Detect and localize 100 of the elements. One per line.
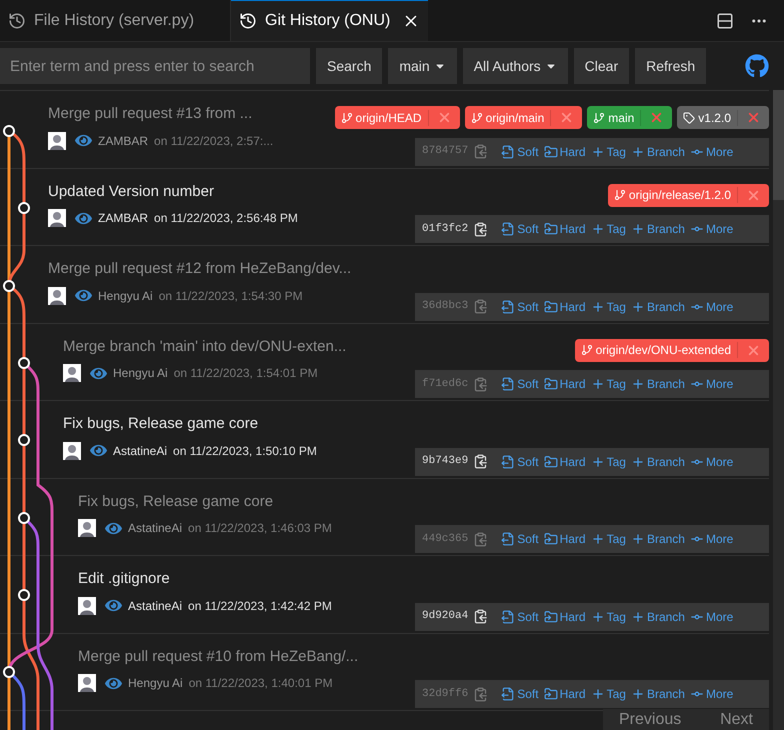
action-link[interactable]: Tag bbox=[590, 375, 626, 393]
ref-badge[interactable]: origin/main bbox=[464, 106, 582, 129]
commit-node[interactable] bbox=[18, 434, 30, 446]
ref-badge[interactable]: v1.2.0 bbox=[677, 106, 769, 129]
ref-badge[interactable]: origin/dev/ONU-extended bbox=[574, 338, 769, 362]
pagination-button[interactable]: Previous bbox=[619, 708, 682, 730]
commit-hash[interactable]: 8784757 bbox=[422, 143, 468, 160]
action-link[interactable]: Branch bbox=[630, 685, 685, 703]
commit-node[interactable] bbox=[18, 202, 30, 214]
clipboard-icon[interactable] bbox=[473, 686, 488, 702]
action-link[interactable]: Soft bbox=[501, 220, 539, 238]
action-link[interactable]: More bbox=[690, 142, 734, 160]
commit-title[interactable]: Updated Version number bbox=[48, 180, 298, 203]
commit-title[interactable]: Edit .gitignore bbox=[78, 568, 332, 590]
action-link[interactable]: Soft bbox=[501, 608, 539, 626]
action-link[interactable]: Branch bbox=[630, 452, 685, 470]
toolbar-button[interactable]: Refresh bbox=[635, 48, 706, 84]
commit-hash[interactable]: 9d920a4 bbox=[422, 608, 468, 625]
action-link[interactable]: More bbox=[690, 298, 734, 316]
commit-hash[interactable]: 32d9ff6 bbox=[422, 686, 468, 702]
toolbar-button[interactable]: Search bbox=[316, 48, 382, 84]
commit-title[interactable]: Merge pull request #12 from HeZeBang/dev... bbox=[48, 258, 352, 280]
action-link[interactable]: Tag bbox=[590, 220, 626, 238]
action-link[interactable]: Hard bbox=[544, 220, 586, 238]
action-link[interactable]: Tag bbox=[590, 452, 626, 470]
toolbar-button[interactable]: Clear bbox=[574, 48, 630, 84]
commit-title[interactable]: Merge pull request #10 from HeZeBang/... bbox=[78, 646, 358, 668]
action-link[interactable]: Hard bbox=[544, 142, 586, 160]
clipboard-icon[interactable] bbox=[473, 454, 488, 469]
clipboard-icon[interactable] bbox=[473, 144, 488, 159]
action-link[interactable]: More bbox=[690, 452, 734, 470]
commit-title[interactable]: Merge branch 'main' into dev/ONU-exten... bbox=[63, 336, 346, 358]
ref-label: origin/dev/ONU-extended bbox=[596, 342, 731, 359]
commit-node[interactable] bbox=[3, 125, 15, 137]
ref-badge[interactable]: origin/HEAD bbox=[334, 106, 460, 129]
split-editor-icon[interactable] bbox=[716, 12, 734, 30]
action-link[interactable]: Hard bbox=[544, 608, 586, 626]
author-name: AstatineAi bbox=[113, 442, 168, 460]
action-link[interactable]: Hard bbox=[544, 375, 586, 393]
clipboard-icon[interactable] bbox=[473, 376, 488, 392]
action-link[interactable]: Hard bbox=[544, 298, 586, 316]
commit-hash[interactable]: f71ed6c bbox=[422, 376, 468, 392]
action-link[interactable]: Soft bbox=[501, 142, 539, 160]
action-link[interactable]: More bbox=[690, 220, 734, 238]
action-link[interactable]: Hard bbox=[544, 530, 586, 548]
file-arrow-icon bbox=[501, 144, 516, 158]
commit-title[interactable]: Merge pull request #13 from ... bbox=[48, 103, 274, 126]
action-link[interactable]: More bbox=[690, 530, 734, 548]
action-link[interactable]: Tag bbox=[590, 142, 626, 160]
action-link[interactable]: Branch bbox=[630, 298, 685, 316]
action-link[interactable]: Soft bbox=[501, 530, 539, 548]
commit-node[interactable] bbox=[3, 666, 15, 678]
action-link[interactable]: More bbox=[690, 375, 734, 393]
tab[interactable]: Git History (ONU) bbox=[231, 0, 428, 41]
action-link[interactable]: Soft bbox=[501, 685, 539, 703]
commit-title[interactable]: Fix bugs, Release game core bbox=[63, 413, 317, 436]
eye-icon[interactable] bbox=[75, 287, 92, 304]
clipboard-icon[interactable] bbox=[473, 299, 488, 314]
ref-badge[interactable]: main bbox=[587, 106, 672, 129]
action-link[interactable]: Branch bbox=[630, 142, 685, 160]
eye-icon[interactable] bbox=[90, 442, 107, 459]
action-link[interactable]: Hard bbox=[544, 685, 586, 703]
action-link[interactable]: Branch bbox=[630, 375, 685, 393]
commit-hash[interactable]: 449c365 bbox=[422, 530, 468, 548]
action-link[interactable]: More bbox=[690, 685, 734, 703]
dropdown-button[interactable]: All Authors bbox=[462, 48, 568, 84]
clipboard-icon[interactable] bbox=[473, 222, 488, 236]
file-arrow-icon bbox=[501, 610, 516, 624]
action-link[interactable]: Soft bbox=[501, 375, 539, 393]
eye-icon[interactable] bbox=[75, 132, 92, 149]
action-link[interactable]: Tag bbox=[590, 685, 626, 703]
ref-badge[interactable]: origin/release/1.2.0 bbox=[608, 184, 769, 206]
action-link[interactable]: Tag bbox=[590, 530, 626, 548]
github-icon[interactable] bbox=[745, 54, 769, 78]
action-link[interactable]: Branch bbox=[630, 608, 685, 626]
commit-node[interactable] bbox=[18, 357, 30, 369]
commit-node[interactable] bbox=[18, 589, 30, 601]
scrollbar-thumb[interactable] bbox=[773, 90, 784, 200]
commit-node[interactable] bbox=[18, 512, 30, 524]
action-link[interactable]: Soft bbox=[501, 452, 539, 470]
eye-icon[interactable] bbox=[105, 597, 122, 614]
action-link[interactable]: Branch bbox=[630, 530, 685, 548]
plus-icon bbox=[630, 532, 645, 546]
action-link[interactable]: Tag bbox=[590, 608, 626, 626]
action-link[interactable]: Soft bbox=[501, 298, 539, 316]
commit-title[interactable]: Fix bugs, Release game core bbox=[78, 490, 332, 513]
search-field[interactable]: Enter term and press enter to search bbox=[0, 48, 310, 84]
action-link[interactable]: More bbox=[690, 608, 734, 626]
clipboard-icon[interactable] bbox=[473, 532, 488, 546]
dropdown-button[interactable]: main bbox=[388, 48, 457, 84]
clipboard-icon[interactable] bbox=[473, 609, 488, 624]
commit-hash[interactable]: 9b743e9 bbox=[422, 453, 468, 470]
action-link[interactable]: Branch bbox=[630, 220, 685, 238]
action-link[interactable]: Hard bbox=[544, 452, 586, 470]
commit-hash[interactable]: 01f3fc2 bbox=[422, 220, 468, 238]
action-link[interactable]: Tag bbox=[590, 298, 626, 316]
pagination-button[interactable]: Next bbox=[720, 708, 753, 730]
commit-node[interactable] bbox=[3, 280, 15, 292]
commit-date: on 11/22/2023, 1:54:01 PM bbox=[174, 365, 318, 382]
commit-hash[interactable]: 36d8bc3 bbox=[422, 298, 468, 315]
